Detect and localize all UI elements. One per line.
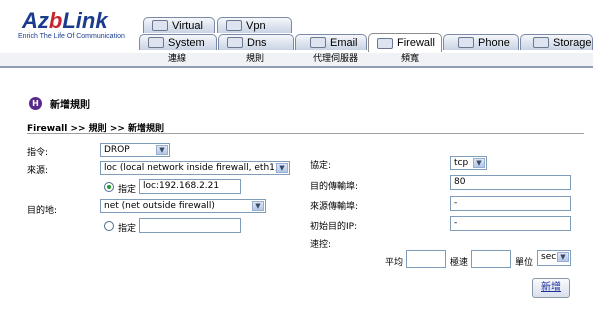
action-label: 指令: — [27, 148, 49, 158]
unit-select[interactable]: sec ▼ — [537, 250, 571, 266]
add-button[interactable]: 新增 — [532, 278, 570, 298]
source-specify-radio[interactable] — [104, 182, 114, 192]
chevron-down-icon: ▼ — [252, 201, 264, 211]
dns-icon — [227, 37, 243, 48]
destination-specify-input[interactable] — [139, 218, 241, 233]
dest-port-input[interactable]: 80 — [450, 175, 571, 190]
source-specify-input[interactable]: loc:192.168.2.21 — [139, 179, 241, 194]
protocol-select[interactable]: tcp ▼ — [450, 156, 487, 170]
burst-input[interactable] — [471, 250, 511, 268]
phone-icon — [458, 37, 474, 48]
logo: AzbLink — [22, 8, 108, 33]
unit-label: 單位 — [515, 258, 534, 268]
email-icon — [310, 37, 326, 48]
src-port-label: 來源傳輸埠: — [310, 202, 359, 212]
chevron-down-icon: ▼ — [156, 145, 168, 155]
source-specify-label: 指定 — [118, 185, 137, 195]
chevron-down-icon: ▼ — [473, 158, 485, 168]
tab-email[interactable]: Email — [295, 34, 367, 50]
src-port-input[interactable]: - — [450, 196, 571, 211]
action-select[interactable]: DROP ▼ — [100, 143, 170, 157]
subnav-rules[interactable]: 規則 — [246, 53, 264, 66]
sub-navigation: 連線 規則 代理伺服器 頻寬 — [0, 53, 593, 68]
orig-dest-ip-input[interactable]: - — [450, 216, 571, 231]
tab-system[interactable]: System — [139, 34, 217, 50]
page-title: 新增規則 — [50, 100, 90, 111]
avg-label: 平均 — [385, 258, 404, 268]
chevron-down-icon: ▼ — [276, 163, 288, 173]
virtual-icon — [152, 20, 168, 31]
dest-port-label: 目的傳輸埠: — [310, 182, 359, 192]
tab-vpn[interactable]: Vpn — [217, 17, 292, 33]
source-select[interactable]: loc (local network inside firewall, eth1… — [100, 161, 290, 175]
storage-icon — [533, 37, 549, 48]
destination-label: 目的地: — [27, 206, 58, 216]
system-icon — [148, 37, 164, 48]
tab-dns[interactable]: Dns — [218, 34, 294, 50]
tab-virtual[interactable]: Virtual — [143, 17, 215, 33]
subnav-proxy[interactable]: 代理伺服器 — [313, 53, 358, 66]
help-icon: H — [29, 97, 42, 110]
destination-select[interactable]: net (net outside firewall) ▼ — [100, 199, 266, 213]
destination-specify-radio[interactable] — [104, 221, 114, 231]
tab-firewall[interactable]: Firewall — [368, 33, 442, 52]
subnav-bandwidth[interactable]: 頻寬 — [401, 53, 419, 66]
rate-limit-label: 速控: — [310, 240, 332, 250]
vpn-icon — [226, 20, 242, 31]
tab-storage[interactable]: Storage — [520, 34, 593, 50]
logo-tagline: Enrich The Life Of Communication — [18, 33, 125, 40]
tab-phone[interactable]: Phone — [443, 34, 519, 50]
firewall-icon — [377, 37, 393, 49]
orig-dest-ip-label: 初始目的IP: — [310, 222, 358, 232]
chevron-down-icon: ▼ — [557, 252, 569, 262]
divider — [27, 133, 584, 134]
burst-label: 極速 — [450, 258, 469, 268]
subnav-connection[interactable]: 連線 — [168, 53, 186, 66]
source-label: 來源: — [27, 166, 49, 176]
protocol-label: 協定: — [310, 161, 332, 171]
destination-specify-label: 指定 — [118, 224, 137, 234]
avg-input[interactable] — [406, 250, 446, 268]
